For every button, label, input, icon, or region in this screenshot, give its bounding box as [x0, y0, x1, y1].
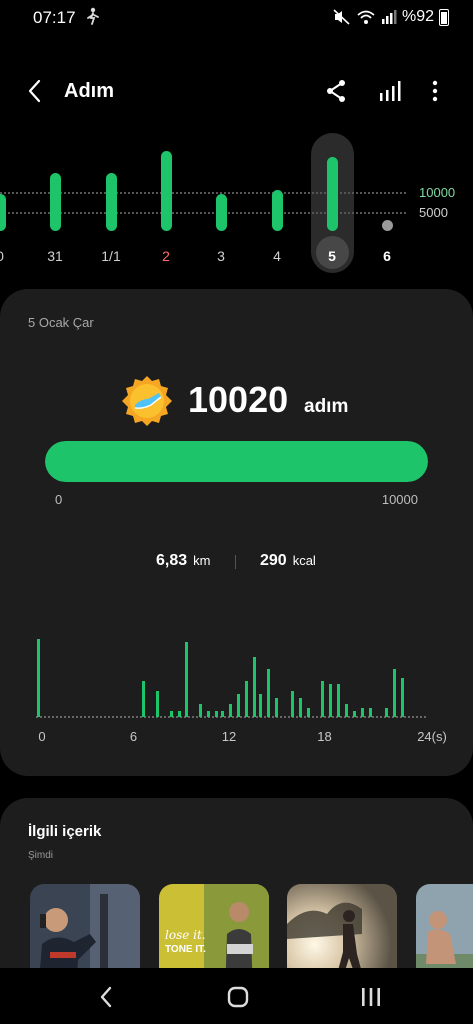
hourly-bar [221, 710, 225, 717]
week-bar-day-1[interactable] [49, 173, 61, 231]
hourly-bar [214, 710, 218, 717]
home-nav-icon[interactable] [223, 982, 253, 1012]
app-header: Adım [0, 66, 473, 116]
steps-count: 10020 [188, 379, 289, 420]
recents-nav-icon[interactable] [356, 982, 386, 1012]
hourly-bar [229, 703, 233, 717]
hourly-bar [275, 697, 279, 717]
week-day-label[interactable]: 31 [35, 248, 75, 264]
related-subtitle: Şimdi [28, 850, 54, 861]
walking-person-icon [85, 7, 101, 30]
hourly-bar [369, 707, 373, 717]
week-bar-day-4[interactable] [215, 194, 227, 231]
week-day-label[interactable]: 4 [257, 248, 297, 264]
steps-unit: adım [304, 396, 349, 417]
goal-low-label: 5000 [419, 205, 448, 220]
signal-icon [381, 9, 397, 25]
more-vert-icon[interactable] [422, 78, 448, 104]
goal-line-10000 [0, 192, 406, 194]
day-summary-card: 5 Ocak Çar 10020 adım 0 10000 6,83 km 29… [0, 289, 473, 776]
hourly-bar [141, 681, 145, 717]
goal-progress-bar [45, 441, 428, 482]
week-day-label[interactable]: 3 [201, 248, 241, 264]
hourly-bar [170, 710, 174, 717]
progress-min-label: 0 [55, 492, 63, 507]
stats-icon[interactable] [378, 78, 404, 104]
hourly-bar [321, 681, 325, 717]
calories-value: 290 [260, 552, 287, 569]
week-bar-day-6[interactable] [326, 156, 338, 231]
system-nav-bar [0, 968, 473, 1024]
hourly-bar [307, 707, 311, 717]
hourly-bar [184, 642, 188, 717]
hourly-bar [252, 656, 256, 717]
goal-medal-icon [121, 375, 173, 427]
goal-high-label: 10000 [419, 185, 456, 200]
hourly-bar [178, 710, 182, 717]
hourly-bar [259, 694, 263, 717]
status-bar: 07:17 %92 [0, 0, 473, 36]
hourly-bar [329, 684, 333, 717]
week-day-label[interactable]: 1/1 [91, 248, 131, 264]
hourly-bar [36, 639, 40, 717]
calories-stat: 290 kcal [260, 552, 316, 570]
week-day-label[interactable]: 0 [0, 248, 20, 264]
hourly-bar [385, 707, 389, 717]
hourly-bar [198, 703, 202, 717]
hourly-bar [155, 691, 159, 717]
week-bar-day-2[interactable] [105, 173, 117, 231]
hourly-bar [245, 681, 248, 717]
thumb-text-line2: TONE IT. [165, 944, 206, 955]
status-time: 07:17 [33, 8, 76, 27]
week-day-label[interactable]: 2 [146, 248, 186, 264]
hourly-bar [337, 684, 341, 717]
hourly-bar [353, 710, 357, 717]
week-bar-day-5[interactable] [271, 189, 283, 231]
hourly-bar [361, 707, 365, 717]
hourly-tick-label: 18 [317, 729, 332, 744]
hourly-bar [237, 694, 241, 717]
hourly-bar [345, 703, 349, 717]
hourly-bar [206, 710, 210, 717]
wifi-icon [356, 9, 376, 25]
back-arrow-icon[interactable] [24, 78, 48, 104]
stat-divider [235, 555, 236, 569]
hourly-bar [267, 669, 271, 717]
selected-date: 5 Ocak Çar [28, 315, 94, 330]
goal-line-5000 [0, 212, 406, 214]
week-empty-dot-day-7[interactable] [381, 220, 393, 231]
thumb-text-line1: lose it. [165, 928, 206, 942]
hourly-tick-label: 6 [129, 729, 138, 744]
battery-text: %92 [401, 8, 434, 25]
related-title: İlgili içerik [28, 823, 102, 840]
hourly-tick-label: 0 [38, 729, 46, 744]
share-icon[interactable] [324, 78, 350, 104]
page-title: Adım [64, 80, 114, 102]
hourly-bar [299, 697, 303, 717]
hourly-bar [400, 678, 404, 717]
progress-max-label: 10000 [381, 492, 418, 507]
hourly-bar [291, 691, 295, 717]
calories-unit: kcal [292, 553, 316, 568]
week-day-label[interactable]: 6 [367, 248, 407, 264]
hourly-tick-label: 24(s) [417, 729, 447, 744]
hourly-tick-label: 12 [221, 729, 237, 744]
goal-progress-fill [45, 441, 428, 482]
back-nav-icon[interactable] [92, 982, 122, 1012]
distance-value: 6,83 [156, 552, 188, 569]
hourly-bar [393, 669, 397, 717]
mute-icon [333, 9, 351, 25]
battery-icon [439, 8, 449, 26]
week-bar-day-3[interactable] [160, 151, 172, 231]
week-bar-day-0[interactable] [0, 194, 6, 231]
week-day-label[interactable]: 5 [312, 248, 352, 264]
hourly-steps-chart[interactable]: 0 6 12 18 24(s) [0, 604, 473, 744]
distance-stat: 6,83 km [156, 552, 210, 570]
distance-unit: km [193, 553, 211, 568]
